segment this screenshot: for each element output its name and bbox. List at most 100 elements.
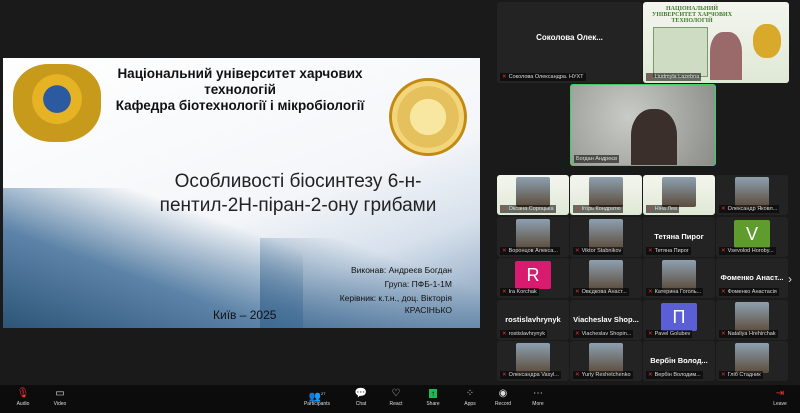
participant-name: ✕ Liudmyla Lazebna [646, 73, 702, 81]
share-icon: ↑ [429, 389, 437, 398]
muted-mic-icon: ✕ [721, 372, 726, 378]
video-tile[interactable]: R ✕ Ira Korchak [497, 258, 569, 298]
muted-mic-icon: ✕ [721, 248, 726, 254]
participant-video [589, 343, 623, 373]
video-tile[interactable]: П ✕ Pavel Golubev [643, 300, 715, 340]
video-tile[interactable]: ✕ Катерина Гоголь... [643, 258, 715, 298]
participant-display-name: Тетяна Пирог [654, 232, 704, 242]
leave-icon: ⇥ [775, 388, 785, 399]
record-button[interactable]: ◉ Record [488, 387, 518, 407]
slide-header: Національний університет харчових технол… [100, 66, 380, 114]
participant-name: ✕ Воронцов Алекса... [500, 247, 560, 255]
participant-name: ✕ Pavel Golubev [646, 330, 693, 338]
video-tile[interactable]: ✕ Yuriy Reshetchenko [570, 341, 642, 381]
muted-mic-icon: ✕ [502, 331, 507, 337]
participant-name: ✕ Олександра Vasyl... [500, 371, 561, 379]
participant-name: ✕ Ira Korchak [500, 288, 539, 296]
participant-video [631, 109, 677, 165]
participants-button[interactable]: 👥27 Participants [300, 387, 334, 407]
participant-video [735, 343, 769, 373]
muted-mic-icon: ✕ [648, 331, 653, 337]
audio-button[interactable]: 🎙 Audio [8, 387, 38, 407]
muted-mic-icon: ✕ [502, 248, 507, 254]
video-tile[interactable]: ✕ Ігорь Кондратю [570, 175, 642, 215]
video-tile[interactable]: ✕ Воронцов Алекса... [497, 217, 569, 257]
muted-mic-icon: ✕ [648, 372, 653, 378]
muted-mic-icon: 🎙 [16, 388, 30, 399]
video-tile[interactable]: V ✕ Vsevolod Horoby... [716, 217, 788, 257]
participant-video [662, 260, 696, 290]
author-block: Виконав: Андреєв Богдан Група: ПФБ-1-1М … [292, 264, 452, 318]
participant-name: ✕ Соколова Олександра. НУХТ [500, 73, 586, 81]
leave-button[interactable]: ⇥ Leave [765, 387, 795, 407]
video-tile[interactable]: ✕ Viktor Stabnikov [570, 217, 642, 257]
react-button[interactable]: ♡ React [381, 387, 411, 407]
apps-icon: ⁘ [465, 388, 475, 399]
participant-name: ✕ Viacheslav Shopin... [573, 330, 634, 338]
participant-video [516, 219, 550, 249]
slide-title: Особливості біосинтезу 6-н-пентил-2Н-пір… [159, 171, 437, 216]
more-button[interactable]: ⋯ More [523, 387, 553, 407]
participant-display-name: rostislavhrynyk [505, 315, 561, 325]
muted-mic-icon: ✕ [721, 331, 726, 337]
building-image [653, 27, 708, 77]
video-tile[interactable]: ✕ Овєдкова Анаст... [570, 258, 642, 298]
heart-icon: ♡ [391, 388, 401, 399]
participant-video [735, 302, 769, 332]
video-tile[interactable]: ✕ Гліб Стадник [716, 341, 788, 381]
participant-display-name: Соколова Олек... [536, 32, 603, 42]
muted-mic-icon: ✕ [575, 331, 580, 337]
share-button[interactable]: ↑ Share [418, 387, 448, 407]
muted-mic-icon: ✕ [648, 289, 653, 295]
participant-video [516, 177, 550, 207]
author: Виконав: Андреєв Богдан [350, 265, 452, 275]
video-tile[interactable]: rostislavhrynyk ✕ rostislavhrynyk [497, 300, 569, 340]
avatar: П [661, 303, 697, 331]
video-tile[interactable]: Фоменко Анаст... ✕ Фоменко Анастасія [716, 258, 788, 298]
apps-button[interactable]: ⁘ Apps [455, 387, 485, 407]
active-speaker-tile[interactable]: Богдан Андреєв [570, 84, 716, 166]
muted-mic-icon: ✕ [575, 372, 580, 378]
video-tile[interactable]: ✕ Ніна Лев [643, 175, 715, 215]
banner-text: НАЦІОНАЛЬНИЙ УНІВЕРСИТЕТ ХАРЧОВИХ ТЕХНОЛ… [651, 6, 733, 24]
meeting-toolbar: 🎙 Audio ▭ Video 👥27 Participants 💬 Chat ♡ Rea… [0, 385, 800, 413]
muted-mic-icon: ✕ [502, 206, 507, 212]
record-icon: ◉ [498, 388, 508, 399]
participant-video [710, 32, 742, 80]
muted-mic-icon: ✕ [575, 248, 580, 254]
more-icon: ⋯ [533, 388, 543, 399]
video-tile[interactable]: Соколова Олек... ✕ Соколова Олександра. Н… [497, 2, 642, 83]
muted-mic-icon: ✕ [721, 289, 726, 295]
video-tile[interactable]: Viacheslav Shop... ✕ Viacheslav Shopin... [570, 300, 642, 340]
video-tile[interactable]: ✕ Олександр Яковл... [716, 175, 788, 215]
muted-mic-icon: ✕ [575, 206, 580, 212]
video-tile[interactable]: Вербін Волод... ✕ Вербін Володим... [643, 341, 715, 381]
participant-name: ✕ Тетяна Пирог [646, 247, 691, 255]
video-tile[interactable]: ✕ Олександра Vasyl... [497, 341, 569, 381]
participant-video [516, 343, 550, 373]
participant-display-name: Viacheslav Shop... [573, 315, 639, 325]
muted-mic-icon: ✕ [502, 289, 507, 295]
video-tile[interactable]: ✕ Nataliya Hrehirchak [716, 300, 788, 340]
participant-name: ✕ Оксана Сороцька [500, 205, 556, 213]
participant-name: ✕ Nataliya Hrehirchak [719, 330, 778, 338]
participant-video [589, 260, 623, 290]
participant-name: ✕ Овєдкова Анаст... [573, 288, 629, 296]
participant-name: ✕ Vsevolod Horoby... [719, 247, 776, 255]
video-button[interactable]: ▭ Video [45, 387, 75, 407]
participant-name: ✕ Фоменко Анастасія [719, 288, 779, 296]
video-tile[interactable]: ✕ Оксана Сороцька [497, 175, 569, 215]
department-name: Кафедра біотехнології і мікробіології [115, 98, 365, 113]
participant-name: ✕ Вербін Володим... [646, 371, 703, 379]
video-tile[interactable]: НАЦІОНАЛЬНИЙ УНІВЕРСИТЕТ ХАРЧОВИХ ТЕХНОЛ… [643, 2, 789, 83]
city-year: Київ – 2025 [213, 308, 277, 322]
chat-button[interactable]: 💬 Chat [346, 387, 376, 407]
video-tile[interactable]: Тетяна Пирог ✕ Тетяна Пирог [643, 217, 715, 257]
participant-name: Богдан Андреєв [574, 155, 620, 163]
participant-video [735, 177, 769, 207]
muted-mic-icon: ✕ [648, 248, 653, 254]
participant-name: ✕ Гліб Стадник [719, 371, 763, 379]
participant-name: ✕ Олександр Яковл... [719, 205, 780, 213]
participant-video [589, 177, 623, 207]
next-page-chevron-icon[interactable]: › [788, 272, 792, 286]
